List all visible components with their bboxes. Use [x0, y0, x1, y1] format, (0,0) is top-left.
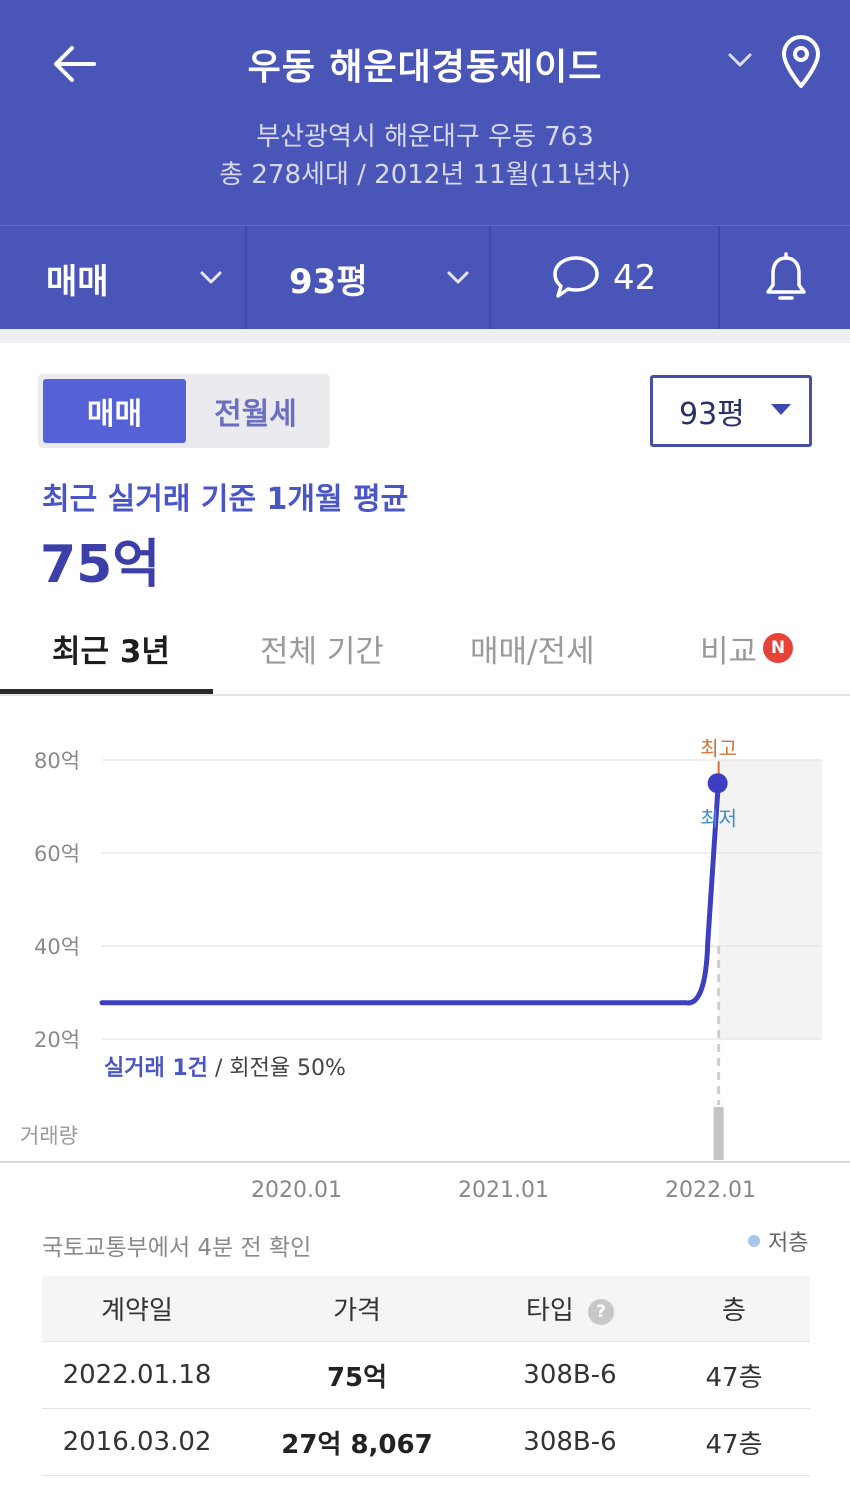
x-tick-label: 2021.01 [458, 1178, 549, 1203]
legend-dot [748, 1235, 760, 1247]
cell-price: 75억 [326, 1362, 388, 1393]
trade-summary: 실거래 1건 / 회전율 50% [104, 1050, 346, 1082]
volume-label: 거래량 [20, 1124, 78, 1148]
header-type: 타입 ? [482, 1290, 658, 1327]
table-row[interactable]: 2016.03.02 27억 8,067 308B-6 47층 [42, 1409, 810, 1476]
header-date: 계약일 [101, 1296, 173, 1326]
cell-date: 2022.01.18 [62, 1360, 212, 1390]
toggle-sale[interactable]: 매매 [43, 379, 186, 443]
legend-low-floor: 저층 [748, 1225, 808, 1257]
chevron-down-icon [447, 271, 469, 284]
low-label: 최저 [700, 806, 737, 830]
transaction-table: 계약일 가격 타입 ? 층 2022.01.18 75억 308B-6 47층 … [42, 1276, 810, 1476]
cell-floor: 47층 [705, 1362, 763, 1393]
address-block: 부산광역시 해운대구 우동 763 총 278세대 / 2012년 11월(11… [0, 118, 850, 194]
new-badge: N [763, 633, 794, 663]
high-label: 최고 [700, 736, 737, 760]
future-region [718, 760, 822, 1039]
trade-count: 실거래 1건 [104, 1056, 208, 1081]
header-tabs: 매매 93평 42 [0, 225, 850, 330]
chevron-down-icon[interactable] [724, 44, 756, 76]
x-tick-label: 2020.01 [251, 1178, 342, 1203]
complex-summary: 총 278세대 / 2012년 11월(11년차) [219, 160, 631, 190]
header-top: 우동 해운대경동제이드 부산광역시 해운대구 우동 763 총 278세대 / … [0, 0, 850, 225]
tab-compare[interactable]: 비교 N [700, 600, 794, 696]
tab-recent-3y[interactable]: 최근 3년 [52, 600, 170, 696]
comment-count: 42 [613, 258, 657, 298]
deal-toggle: 매매 전월세 [38, 374, 330, 448]
section-divider [0, 329, 850, 343]
latest-point [707, 773, 728, 794]
page-title[interactable]: 우동 해운대경동제이드 [0, 38, 850, 90]
volume-bar [713, 1107, 724, 1160]
x-tick-label: 2022.01 [665, 1178, 756, 1203]
size-label: 93평 [289, 261, 368, 302]
price-chart[interactable]: 80억 60억 40억 20억 최고최저 [0, 700, 850, 1160]
header-price: 가격 [333, 1296, 381, 1326]
caret-down-icon [771, 404, 791, 415]
deal-type-dropdown[interactable]: 매매 [0, 226, 247, 330]
average-price: 75억 [40, 535, 161, 595]
y-tick-label: 80억 [34, 749, 80, 773]
legend-label: 저층 [768, 1231, 809, 1256]
cell-price: 27억 8,067 [281, 1429, 433, 1460]
help-icon[interactable]: ? [588, 1298, 615, 1325]
table-header: 계약일 가격 타입 ? 층 [42, 1276, 810, 1342]
bell-icon [766, 252, 806, 300]
chevron-down-icon [200, 271, 222, 284]
deal-type-label: 매매 [46, 261, 109, 302]
cell-type: 308B-6 [523, 1427, 617, 1457]
tab-all-period[interactable]: 전체 기간 [260, 600, 384, 696]
y-tick-label: 40억 [34, 935, 80, 959]
header-type-label: 타입 [525, 1296, 574, 1326]
tab-compare-label: 비교 [700, 633, 758, 670]
y-tick-label: 60억 [34, 842, 80, 866]
table-row[interactable]: 2022.01.18 75억 308B-6 47층 [42, 1342, 810, 1409]
data-source: 국토교통부에서 4분 전 확인 [42, 1235, 312, 1261]
app-header: 우동 해운대경동제이드 부산광역시 해운대구 우동 763 총 278세대 / … [0, 0, 850, 330]
size-select[interactable]: 93평 [650, 375, 812, 447]
price-line [99, 790, 721, 1006]
cell-type: 308B-6 [523, 1360, 617, 1390]
tab-sale-lease[interactable]: 매매/전세 [470, 600, 595, 696]
cell-floor: 47층 [705, 1429, 763, 1460]
comment-bubble-icon [553, 256, 599, 298]
period-tabs: 최근 3년 전체 기간 매매/전세 비교 N [0, 600, 850, 696]
size-dropdown[interactable]: 93평 [247, 226, 491, 330]
map-pin-icon[interactable] [778, 34, 824, 90]
header-floor: 층 [722, 1296, 746, 1326]
cell-date: 2016.03.02 [62, 1427, 212, 1457]
turnover-rate: / 회전율 50% [214, 1056, 346, 1081]
active-tab-indicator [0, 689, 213, 694]
address-text: 부산광역시 해운대구 우동 763 [256, 122, 594, 152]
x-axis-line [0, 1161, 850, 1163]
toggle-rent[interactable]: 전월세 [186, 379, 325, 443]
y-tick-label: 20억 [34, 1028, 80, 1052]
average-label: 최근 실거래 기준 1개월 평균 [42, 482, 409, 517]
comments-button[interactable]: 42 [491, 226, 720, 330]
size-select-value: 93평 [679, 397, 745, 432]
